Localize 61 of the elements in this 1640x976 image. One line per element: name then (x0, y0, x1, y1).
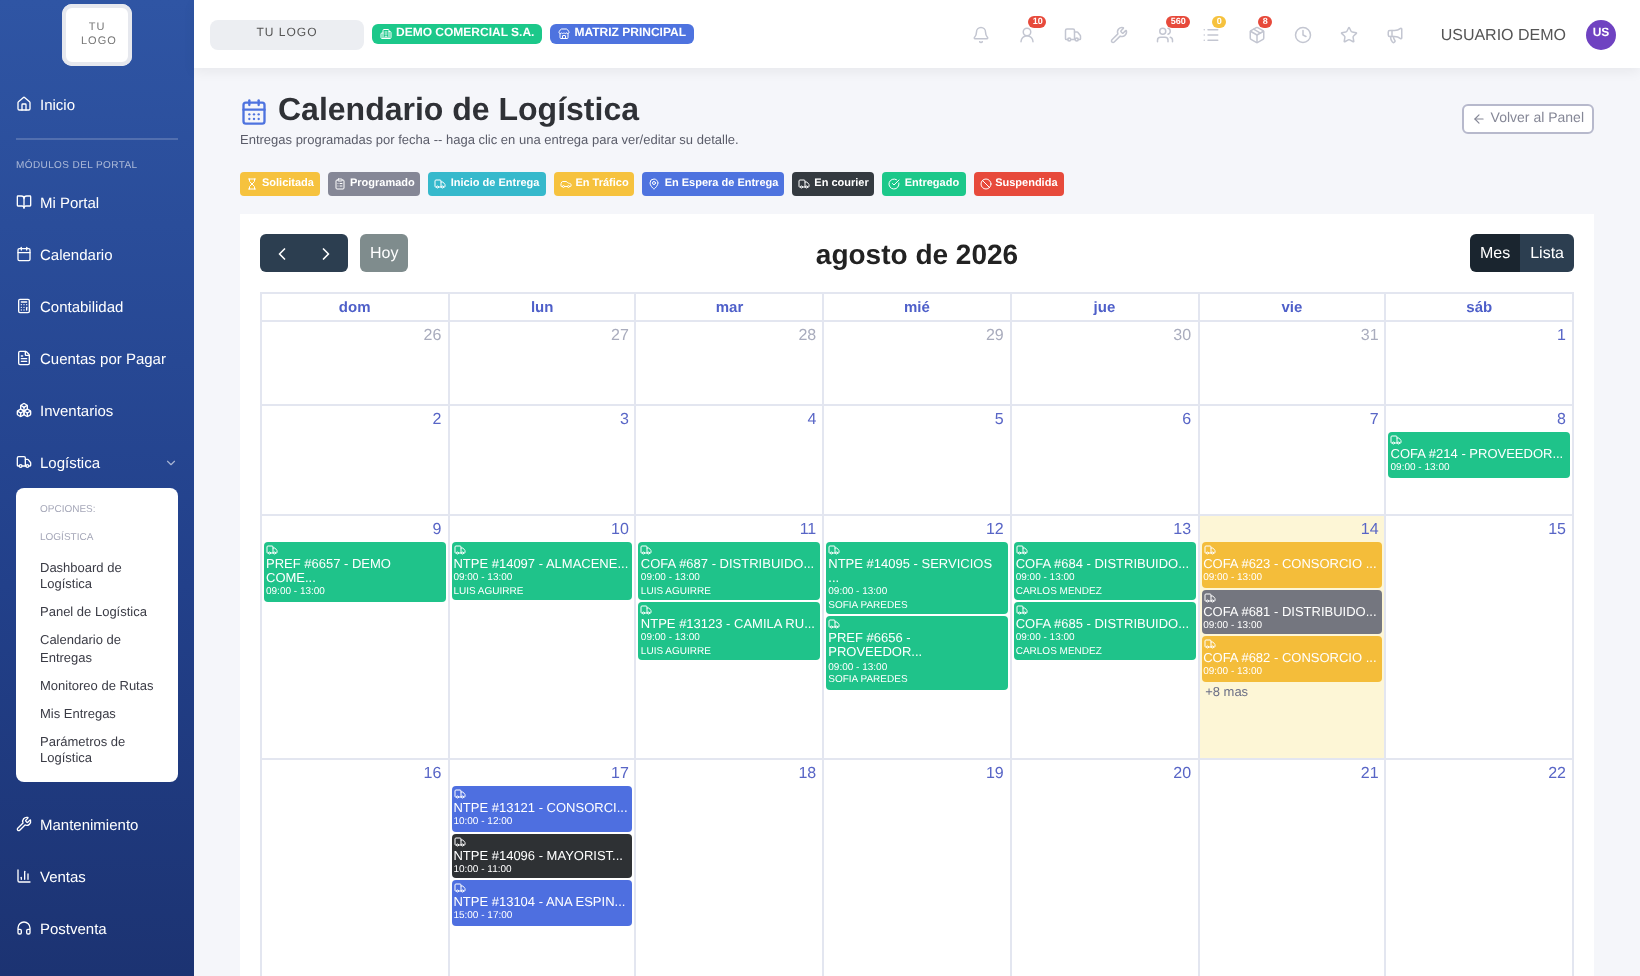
view-button[interactable]: Lista (1520, 234, 1574, 272)
truck-icon (434, 178, 447, 190)
building-icon (380, 28, 392, 40)
day-number: 5 (992, 408, 1006, 430)
next-button[interactable] (304, 234, 348, 272)
day-number: 16 (421, 762, 444, 784)
page-title: Calendario de Logística (278, 93, 639, 129)
calendar-icon (240, 97, 268, 125)
day-number: 7 (1367, 408, 1381, 430)
truck-icon (1203, 591, 1216, 604)
truck-icon (1203, 638, 1216, 651)
day-number: 4 (805, 408, 819, 430)
day-number: 15 (1546, 518, 1568, 540)
day-number: 20 (1171, 762, 1194, 784)
day-number: 1 (1555, 324, 1568, 346)
day-number: 22 (1546, 762, 1568, 784)
day-number: 31 (1358, 324, 1381, 346)
month-title: agosto de 2026 (815, 237, 1019, 269)
star-icon[interactable] (1340, 25, 1359, 43)
truck-icon[interactable] (1064, 25, 1083, 43)
day-number: 27 (609, 324, 631, 346)
list-icon[interactable] (1202, 25, 1221, 43)
day-number: 21 (1358, 762, 1381, 784)
store-icon (558, 28, 571, 40)
day-number: 14 (1358, 518, 1381, 540)
day-number: 13 (1171, 518, 1194, 540)
hourglass-icon (246, 178, 258, 190)
user-name: USUARIO DEMO (1440, 25, 1566, 43)
day-number: 9 (430, 518, 444, 540)
ban-icon (979, 178, 992, 190)
truck-icon (798, 178, 811, 190)
arrow-left-icon (1472, 112, 1487, 126)
view-button[interactable]: Mes (1469, 234, 1521, 272)
day-number: 12 (983, 518, 1006, 540)
home-icon (16, 96, 32, 112)
day-number: 18 (796, 762, 819, 784)
day-number: 26 (421, 324, 444, 346)
clock-icon[interactable] (1294, 25, 1313, 43)
day-number: 17 (609, 762, 631, 784)
previous-button[interactable] (260, 234, 304, 272)
day-number: 30 (1171, 324, 1194, 346)
day-number: 8 (1555, 408, 1568, 430)
map-pin-icon (648, 178, 661, 190)
day-number: 11 (797, 518, 819, 540)
user-icon[interactable] (1018, 25, 1037, 43)
day-number: 10 (609, 518, 631, 540)
day-number: 29 (983, 324, 1006, 346)
truck-icon (1203, 544, 1216, 556)
clipboard-icon (333, 178, 346, 190)
day-number: 2 (430, 408, 444, 430)
users-icon[interactable] (1156, 25, 1175, 43)
wrench-icon[interactable] (1110, 25, 1129, 43)
car-icon (559, 178, 572, 190)
day-number: 6 (1180, 408, 1194, 430)
megaphone-icon[interactable] (1386, 25, 1405, 43)
bell-icon[interactable] (972, 25, 991, 43)
day-number: 28 (796, 324, 819, 346)
box-icon[interactable] (1248, 25, 1267, 43)
check-circle-icon (888, 178, 901, 190)
day-number: 3 (617, 408, 631, 430)
day-number: 19 (983, 762, 1006, 784)
